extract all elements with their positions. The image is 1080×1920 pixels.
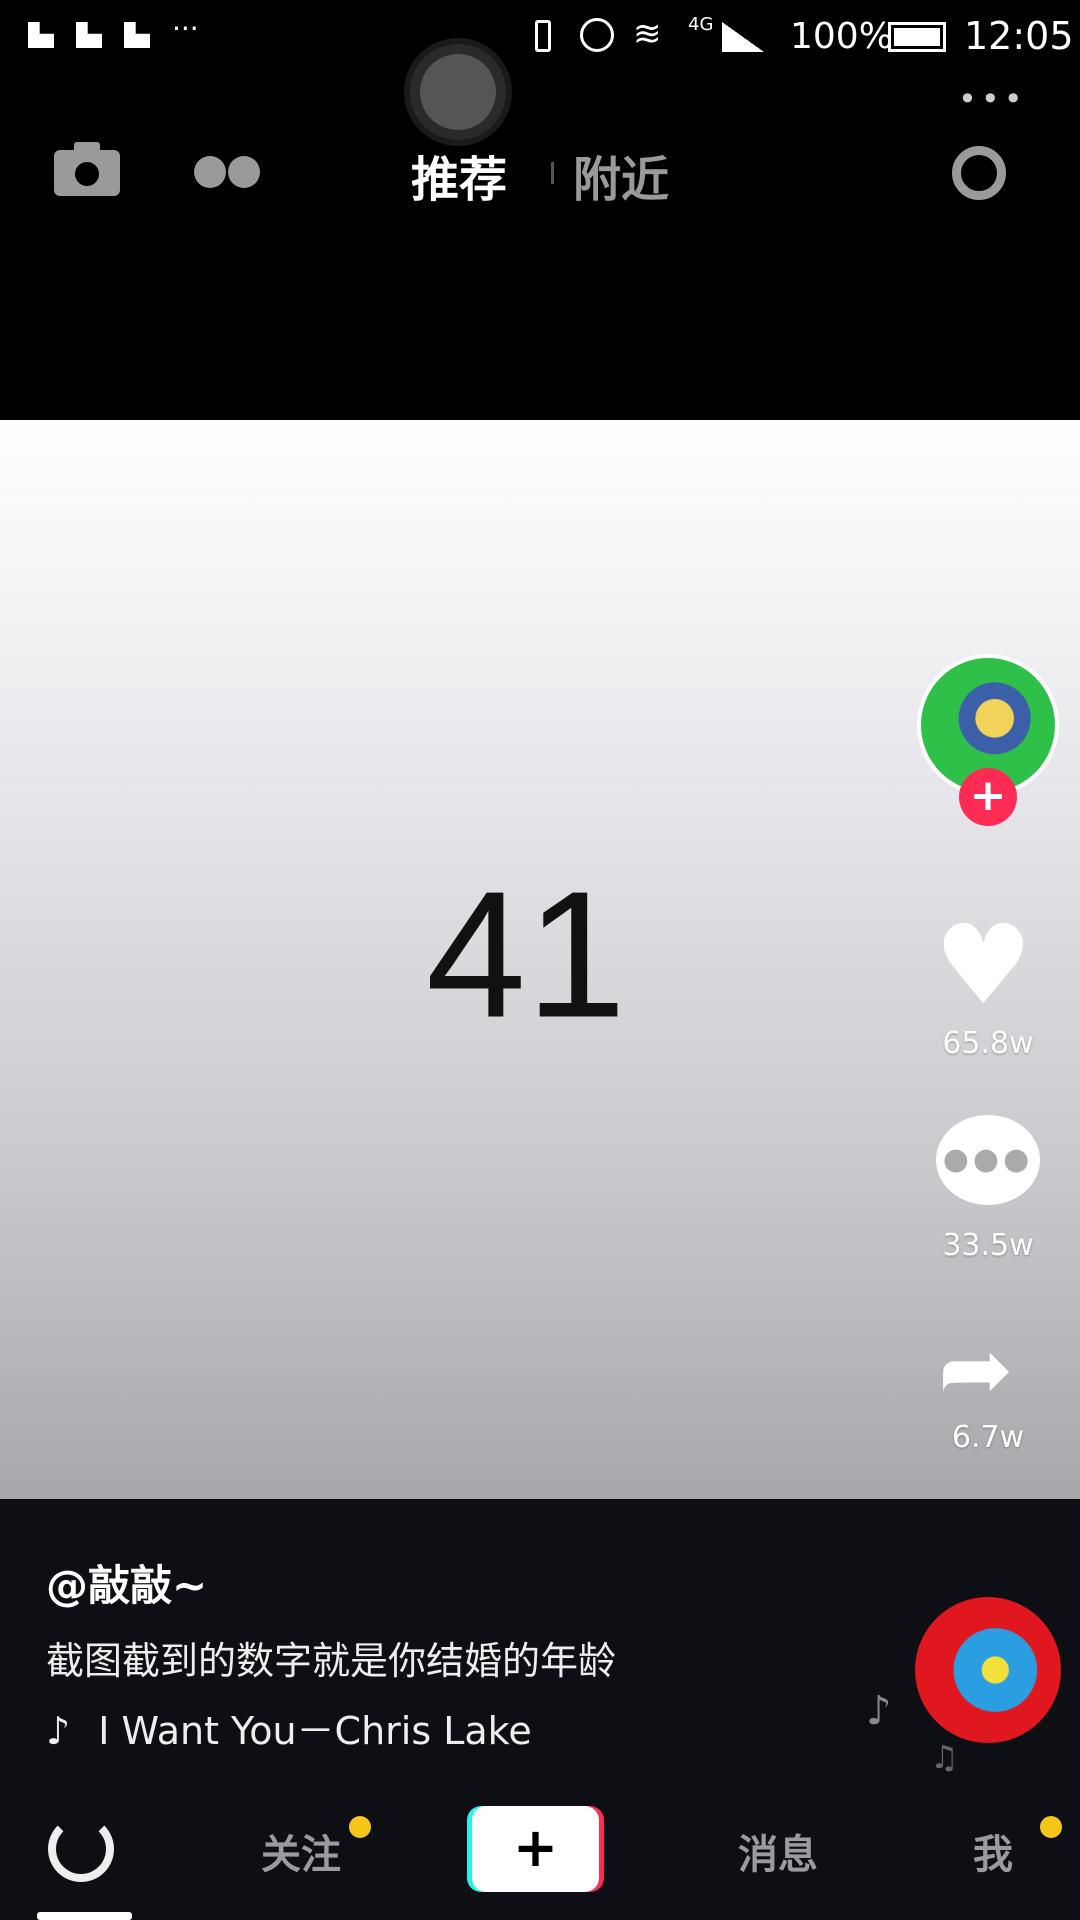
music-disc[interactable] [915,1597,1061,1743]
share-count: 6.7w [951,1420,1025,1455]
search-icon[interactable] [952,146,1006,200]
me-badge [1040,1816,1062,1838]
follow-plus-button[interactable]: + [959,768,1017,826]
music-info[interactable]: ♪ I Want You－Chris Lake [46,1700,532,1755]
tab-nearby[interactable]: 附近 [573,140,669,210]
camera-icon[interactable] [54,142,120,196]
create-button[interactable]: + [472,1806,599,1892]
music-note-icon: ♫ [930,1738,959,1776]
more-notifications-icon: ··· [172,12,199,45]
wifi-icon: ≋ [633,14,662,54]
like-count: 65.8w [942,1026,1034,1061]
video-player[interactable]: 41 [0,420,1080,1499]
home-active-indicator [37,1912,132,1920]
nav-me[interactable]: 我 [973,1822,1013,1880]
video-overlay-number: 41 [425,854,627,1056]
floating-assistive-button[interactable] [404,38,512,146]
music-note-icon: ♪ [866,1688,892,1734]
comment-icon: ●●● [942,1142,1034,1177]
share-icon: ➦ [938,1317,1014,1422]
battery-icon [888,22,946,52]
heart-icon: ♥ [934,901,1033,1029]
battery-percent: 100% [790,16,893,57]
tab-divider [551,162,554,184]
tiktok-note-icon: ♪ [46,1709,71,1753]
share-button[interactable]: ➦ [938,1320,1013,1420]
app-notification-icon [76,22,102,48]
music-title: I Want You－Chris Lake [98,1709,532,1753]
like-button[interactable]: ♥ [934,910,1033,1020]
comment-count: 33.5w [942,1228,1034,1263]
tab-recommend[interactable]: 推荐 [411,140,507,210]
status-bar: ··· ≋ 4G 100% 12:05 [0,0,1080,70]
nav-messages[interactable]: 消息 [738,1822,818,1880]
clock: 12:05 [964,14,1074,58]
alarm-icon [580,18,614,52]
home-refresh-icon[interactable] [48,1816,114,1882]
comment-button[interactable]: ●●● [936,1115,1040,1205]
author-username[interactable]: @敲敲~ [46,1552,207,1613]
vibrate-icon [535,20,551,52]
following-badge [349,1816,371,1838]
more-icon[interactable]: ••• [958,80,1027,118]
video-caption: 截图截到的数字就是你结婚的年龄 [46,1639,617,1683]
live-icon[interactable] [194,156,260,192]
signal-icon [722,22,764,52]
network-type: 4G [688,14,714,35]
nav-following[interactable]: 关注 [261,1822,341,1880]
app-notification-icon [124,22,150,48]
app-notification-icon [28,22,54,48]
